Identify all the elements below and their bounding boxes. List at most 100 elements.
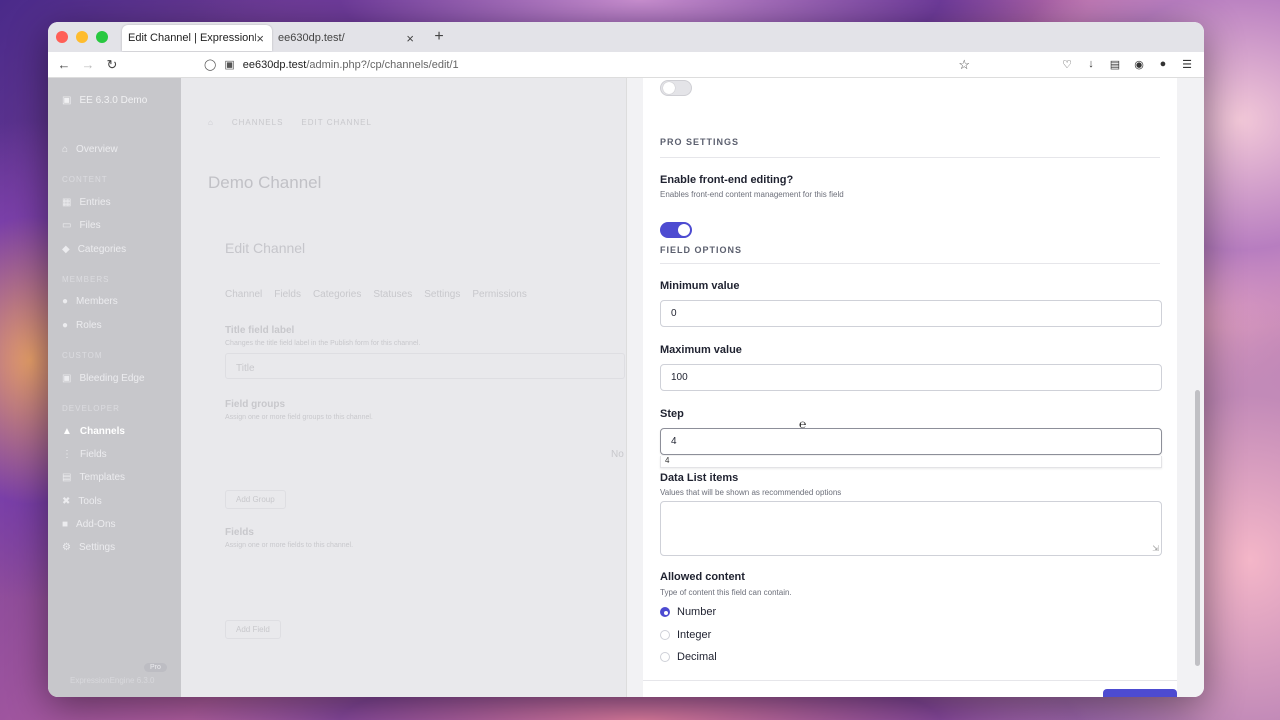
page-content: ▣ EE 6.3.0 Demo ⌂ Overview CONTENT ▦ Entri… (48, 78, 1204, 697)
radio-unchecked-icon[interactable] (660, 652, 670, 662)
tab-fields[interactable]: Fields (274, 289, 301, 300)
tab-settings[interactable]: Settings (424, 289, 460, 300)
text-cursor-icon: ℮ (799, 417, 807, 431)
step-label: Step (660, 408, 684, 420)
pro-settings-title: PRO SETTINGS (660, 137, 740, 147)
sidebar-item-settings[interactable]: ⚙ Settings (62, 542, 115, 553)
lock-icon[interactable]: ▣ (224, 58, 234, 71)
minimum-value-label: Minimum value (660, 280, 740, 292)
url-host: ee630dp.test (242, 58, 307, 71)
autocomplete-suggestion[interactable]: 4 (660, 456, 1162, 468)
resize-handle-icon[interactable]: ⇲ (1152, 544, 1159, 553)
sidebar-item-label: Members (76, 296, 118, 307)
tab-categories[interactable]: Categories (313, 289, 361, 300)
tab-permissions[interactable]: Permissions (472, 289, 526, 300)
breadcrumb: ⌂ CHANNELS EDIT CHANNEL (208, 118, 372, 127)
maximum-value-input[interactable]: 100 (660, 364, 1162, 391)
download-icon[interactable]: ↓ (1084, 58, 1098, 71)
minimize-window-button[interactable] (76, 31, 88, 43)
channel-tabs: Channel Fields Categories Statuses Setti… (225, 289, 527, 300)
sidebar-item-tools[interactable]: ✖ Tools (62, 496, 102, 507)
navigation-bar: ← → ↻ ◯ ▣ ee630dp.test /admin.php?/cp/ch… (48, 52, 1204, 78)
panel-body: PRO SETTINGS Enable front-end editing? E… (643, 78, 1177, 697)
new-tab-icon[interactable]: + (430, 28, 448, 46)
puzzle-icon: ■ (62, 519, 69, 530)
footer-divider (643, 680, 1177, 681)
tab-channel[interactable]: Channel (225, 289, 262, 300)
tab-statuses[interactable]: Statuses (373, 289, 412, 300)
save-button[interactable] (1103, 689, 1177, 697)
sidebar-item-add-ons[interactable]: ■ Add-Ons (62, 519, 116, 530)
sidebar-item-label: Roles (76, 320, 102, 331)
monitor-icon: ▣ (62, 95, 72, 106)
add-field-button[interactable]: Add Field (225, 620, 281, 639)
account-icon[interactable]: ● (1156, 58, 1170, 71)
tab-title: ee630dp.test/ (278, 32, 345, 44)
zoom-window-button[interactable] (96, 31, 108, 43)
brand-label: EE 6.3.0 Demo (79, 95, 148, 106)
tab-close-icon[interactable]: × (256, 31, 264, 46)
pocket-icon[interactable]: ♡ (1060, 58, 1074, 71)
tab-title: Edit Channel | ExpressionEngine (128, 32, 256, 44)
sidebar-section-label: MEMBERS (62, 275, 110, 284)
card-title: Edit Channel (225, 240, 306, 256)
home-icon: ⌂ (62, 144, 69, 155)
sidebar-item-members[interactable]: ● Members (62, 296, 118, 307)
radio-label: Integer (677, 629, 712, 641)
add-group-button[interactable]: Add Group (225, 490, 286, 509)
sidebar-item-channels[interactable]: ▲ Channels (62, 426, 125, 437)
sidebar-item-roles[interactable]: ● Roles (62, 320, 102, 331)
extension-icon[interactable]: ◉ (1132, 58, 1146, 71)
breadcrumb-item: CHANNELS (231, 118, 284, 127)
sidebar-item-templates[interactable]: ▤ Templates (62, 472, 125, 483)
scrollbar-thumb[interactable] (1195, 390, 1200, 666)
tab-edit-channel[interactable]: Edit Channel | ExpressionEngine × (122, 25, 272, 51)
radio-option-decimal[interactable]: Decimal (660, 651, 717, 663)
sidebar-item-overview[interactable]: ⌂ Overview (62, 144, 118, 155)
sidebar-item-entries[interactable]: ▦ Entries (62, 197, 111, 208)
sidebar-toggle-icon[interactable]: ▤ (1108, 58, 1122, 71)
sidebar-item-files[interactable]: ▭ Files (62, 220, 101, 231)
data-list-textarea[interactable]: ⇲ (660, 501, 1162, 556)
close-window-button[interactable] (56, 31, 68, 43)
tab-close-icon[interactable]: × (406, 31, 414, 46)
folder-icon: ▭ (62, 220, 72, 231)
shield-icon[interactable]: ◯ (204, 58, 216, 71)
back-icon[interactable]: ← (52, 57, 76, 72)
menu-icon[interactable]: ☰ (1180, 58, 1194, 71)
radio-option-integer[interactable]: Integer (660, 629, 711, 641)
divider (660, 263, 1160, 264)
data-list-desc: Values that will be shown as recommended… (660, 488, 842, 497)
tab-ee630dp[interactable]: ee630dp.test/ × (272, 25, 422, 51)
breadcrumb-item: EDIT CHANNEL (301, 118, 372, 127)
brand[interactable]: ▣ EE 6.3.0 Demo (62, 95, 147, 106)
radio-option-number[interactable]: Number (660, 606, 716, 618)
sidebar-item-categories[interactable]: ◆ Categories (62, 244, 126, 255)
radio-checked-icon[interactable] (660, 607, 670, 617)
sidebar-item-label: Channels (79, 426, 125, 437)
sidebar-footer: ExpressionEngine 6.3.0 (70, 676, 155, 685)
tools-icon: ✖ (62, 496, 71, 507)
reload-icon[interactable]: ↻ (100, 57, 124, 73)
minimum-value-input[interactable]: 0 (660, 300, 1162, 327)
frontend-editing-desc: Enables front-end content management for… (660, 190, 844, 199)
frontend-editing-label: Enable front-end editing? (660, 174, 794, 186)
window-controls (56, 31, 122, 43)
radio-label: Decimal (677, 651, 717, 663)
toggle-knob (663, 82, 675, 94)
radio-unchecked-icon[interactable] (660, 630, 670, 640)
grid-icon: ▣ (62, 373, 72, 384)
sidebar-item-fields[interactable]: ⋮ Fields (62, 449, 107, 460)
step-input[interactable]: 4 (660, 428, 1162, 455)
frontend-editing-toggle[interactable] (660, 222, 692, 238)
maximum-value-label: Maximum value (660, 344, 742, 356)
sidebar-item-label: Files (79, 220, 101, 231)
sidebar: ▣ EE 6.3.0 Demo ⌂ Overview CONTENT ▦ Entri… (48, 78, 181, 697)
title-field-input[interactable]: Title (225, 353, 625, 379)
sidebar-item-bleeding-edge[interactable]: ▣ Bleeding Edge (62, 373, 145, 384)
toggle-switch-off[interactable] (660, 80, 692, 96)
address-bar[interactable]: ◯ ▣ ee630dp.test /admin.php?/cp/channels… (204, 58, 958, 72)
forward-icon[interactable]: → (76, 57, 100, 72)
sidebar-section-label: CONTENT (62, 175, 108, 184)
bookmark-star-icon[interactable]: ☆ (958, 57, 970, 73)
